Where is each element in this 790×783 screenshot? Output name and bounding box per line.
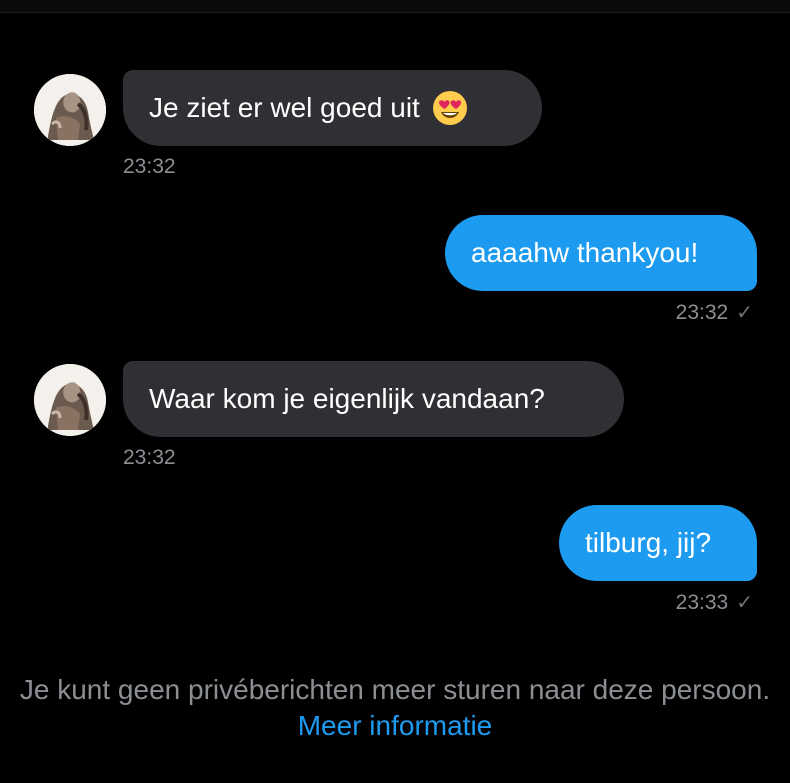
message-bubble-incoming[interactable]: Je ziet er wel goed uit	[123, 70, 542, 146]
message-timestamp: 23:32	[123, 155, 176, 178]
message-bubble-incoming[interactable]: Waar kom je eigenlijk vandaan?	[123, 361, 624, 437]
message-text: Je ziet er wel goed uit	[149, 92, 420, 123]
message-bubble-outgoing[interactable]: tilburg, jij?	[559, 505, 757, 581]
avatar-photo-icon	[34, 364, 106, 436]
message-timestamp: 23:33	[675, 591, 729, 614]
sent-check-icon: ✓	[736, 302, 753, 324]
avatar-photo-icon	[34, 74, 106, 146]
heart-eyes-emoji-icon	[432, 91, 467, 125]
more-info-link[interactable]: Meer informatie	[298, 710, 493, 741]
notice-text: Je kunt geen privéberichten meer sturen …	[19, 674, 771, 705]
message-bubble-outgoing[interactable]: aaaahw thankyou!	[445, 215, 757, 291]
header-divider	[0, 0, 790, 13]
sent-check-icon: ✓	[736, 592, 753, 614]
avatar[interactable]	[34, 74, 106, 146]
dm-restriction-notice: Je kunt geen privéberichten meer sturen …	[0, 672, 790, 744]
message-text: tilburg, jij?	[585, 527, 712, 558]
message-status: 23:33 ✓	[676, 590, 753, 615]
message-text: aaaahw thankyou!	[471, 237, 699, 268]
message-timestamp: 23:32	[123, 446, 176, 469]
message-timestamp: 23:32	[675, 301, 729, 324]
avatar[interactable]	[34, 364, 106, 436]
message-status: 23:32 ✓	[676, 300, 753, 325]
message-text: Waar kom je eigenlijk vandaan?	[149, 383, 545, 414]
